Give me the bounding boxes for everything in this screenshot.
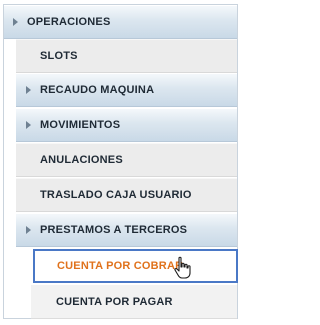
- menu-item-label: RECAUDO MAQUINA: [40, 84, 155, 96]
- chevron-right-icon: [26, 226, 31, 234]
- chevron-right-icon: [26, 86, 31, 94]
- menu-group-prestamos-a-terceros[interactable]: PRESTAMOS A TERCEROS: [16, 213, 237, 247]
- menu-item-label: MOVIMIENTOS: [40, 119, 121, 131]
- hand-pointer-icon: [174, 256, 191, 279]
- menu-item-label: SLOTS: [40, 50, 78, 62]
- menu-item-traslado-caja-usuario[interactable]: TRASLADO CAJA USUARIO: [16, 178, 237, 212]
- menu-item-label: CUENTA POR PAGAR: [56, 295, 173, 308]
- menu-group-recaudo-maquina[interactable]: RECAUDO MAQUINA: [16, 73, 237, 107]
- menu-group-movimientos[interactable]: MOVIMIENTOS: [16, 108, 237, 142]
- menu-item-label: TRASLADO CAJA USUARIO: [40, 189, 192, 201]
- menu-group-operaciones[interactable]: OPERACIONES: [4, 5, 237, 39]
- menu-item-slots[interactable]: SLOTS: [16, 39, 237, 73]
- chevron-right-icon: [26, 121, 31, 129]
- menu-item-cuenta-por-cobrar[interactable]: CUENTA POR COBRAR: [33, 249, 238, 283]
- menu-item-anulaciones[interactable]: ANULACIONES: [16, 143, 237, 177]
- menu-item-cuenta-por-pagar[interactable]: CUENTA POR PAGAR: [31, 285, 237, 319]
- chevron-right-icon: [13, 18, 18, 26]
- side-menu: OPERACIONES SLOTS RECAUDO MAQUINA MOVIMI…: [3, 4, 238, 319]
- menu-item-label: PRESTAMOS A TERCEROS: [40, 224, 188, 236]
- menu-item-label: ANULACIONES: [40, 154, 123, 166]
- menu-item-label: OPERACIONES: [27, 16, 111, 28]
- menu-item-label: CUENTA POR COBRAR: [57, 260, 184, 272]
